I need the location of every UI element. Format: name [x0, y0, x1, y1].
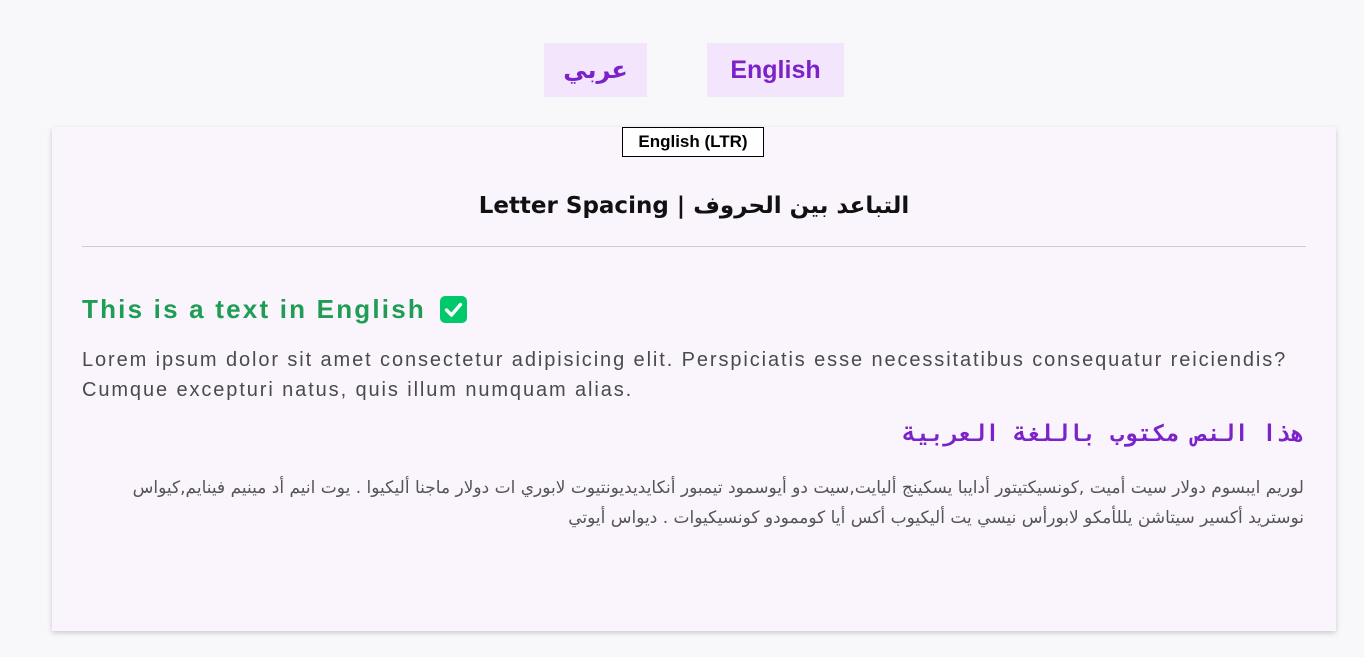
arabic-heading: هذا النص مكتوب باللغة العربية	[902, 421, 1304, 447]
card-title: Letter Spacing | التباعد بين الحروف	[478, 193, 910, 219]
arabic-paragraph: لوريم ايبسوم دولار سيت أميت ,كونسيكتيتور…	[132, 478, 1304, 528]
letter-spacing-card: English (LTR) Letter Spacing | التباعد ب…	[52, 127, 1336, 631]
language-switcher: عربي English	[0, 43, 1364, 97]
direction-badge: English (LTR)	[622, 127, 764, 157]
divider	[82, 246, 1306, 247]
check-square-icon	[439, 296, 467, 323]
english-language-button[interactable]: English	[707, 43, 844, 97]
arabic-language-button[interactable]: عربي	[544, 43, 647, 97]
english-heading: This is a text in English	[82, 294, 426, 324]
english-paragraph: Lorem ipsum dolor sit amet consectetur a…	[82, 349, 1288, 401]
english-heading-row: This is a text in English	[82, 294, 467, 325]
